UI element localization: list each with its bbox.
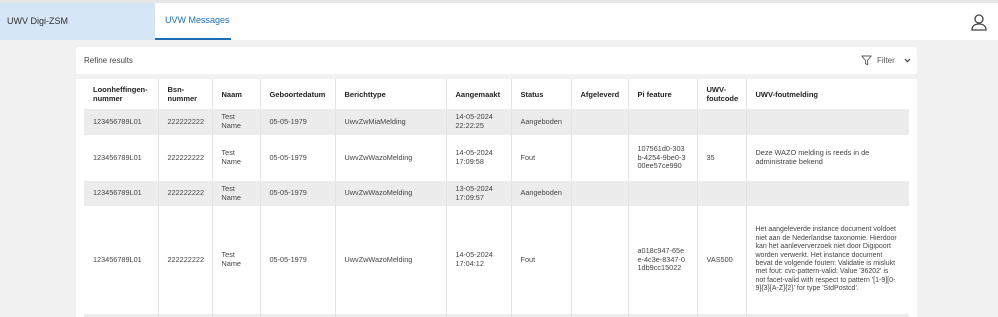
column-header-berichttype[interactable]: Berichttype — [334, 79, 446, 109]
cell-loonheffingennummer: 123456789L01 — [84, 181, 158, 206]
cell-berichttype: UwvZwWazoMelding — [334, 181, 446, 206]
cell-uwv-foutmelding: Deze WAZO melding is reeds in de adminis… — [745, 135, 909, 181]
chevron-down-icon — [904, 58, 911, 63]
funnel-icon — [861, 55, 872, 66]
cell-uwv-foutcode — [696, 181, 746, 206]
messages-table: Loonheffingen-nummer Bsn-nummer Naam Geb… — [84, 79, 909, 317]
app-brand-label: UWV Digi-ZSM — [7, 16, 68, 26]
cell-naam: Test Name — [211, 109, 260, 135]
cell-status: Aangeboden — [510, 109, 571, 135]
cell-naam: Test Name — [211, 181, 260, 206]
top-bar: UWV Digi-ZSM UVW Messages — [0, 0, 998, 40]
cell-uwv-foutcode: VAS500 — [696, 206, 746, 314]
filter-button[interactable]: Filter — [861, 53, 913, 67]
cell-berichttype: UwvZwWazoMelding — [334, 135, 446, 181]
app-brand[interactable]: UWV Digi-ZSM — [0, 3, 155, 40]
cell-pi-feature: a018c947-65ee-4c3e-8347-01db9cc15022 — [627, 206, 697, 314]
cell-uwv-foutmelding: Het aangeleverde instance document voldo… — [745, 206, 909, 314]
cell-geboortedatum: 05-05-1979 — [259, 109, 335, 135]
cell-bsn: 222222222 — [157, 206, 212, 314]
column-header-status[interactable]: Status — [510, 79, 571, 109]
cell-aangemaakt: 14-05-2024 17:04:12 — [445, 206, 511, 314]
messages-table-card: Loonheffingen-nummer Bsn-nummer Naam Geb… — [76, 79, 917, 317]
cell-uwv-foutmelding — [745, 181, 909, 206]
refine-results-bar: Refine results Filter — [76, 47, 917, 74]
cell-geboortedatum: 05-05-1979 — [259, 206, 335, 314]
cell-pi-feature — [627, 181, 697, 206]
table-row[interactable]: 123456789L01 222222222 Test Name 05-05-1… — [84, 135, 909, 181]
cell-aangemaakt: 14-05-2024 17:09:58 — [445, 135, 511, 181]
cell-uwv-foutmelding — [745, 109, 909, 135]
cell-geboortedatum: 05-05-1979 — [259, 181, 335, 206]
column-header-naam[interactable]: Naam — [211, 79, 260, 109]
cell-status: Fout — [510, 135, 571, 181]
cell-status: Fout — [510, 206, 571, 314]
cell-uwv-foutcode — [696, 109, 746, 135]
refine-results-label: Refine results — [84, 56, 133, 65]
cell-loonheffingennummer: 123456789L01 — [84, 109, 158, 135]
cell-afgeleverd — [570, 109, 628, 135]
cell-loonheffingennummer: 123456789L01 — [84, 135, 158, 181]
column-header-pi-feature[interactable]: Pi feature — [627, 79, 697, 109]
column-header-bsn-nummer[interactable]: Bsn-nummer — [157, 79, 212, 109]
cell-berichttype: UwvZwMiaMelding — [334, 109, 446, 135]
table-header-row: Loonheffingen-nummer Bsn-nummer Naam Geb… — [84, 79, 909, 109]
cell-uwv-foutcode: 35 — [696, 135, 746, 181]
cell-afgeleverd — [570, 135, 628, 181]
cell-afgeleverd — [570, 206, 628, 314]
cell-bsn: 222222222 — [157, 181, 212, 206]
cell-afgeleverd — [570, 181, 628, 206]
table-row[interactable]: 123456789L01 222222222 Test Name 05-05-1… — [84, 206, 909, 314]
column-header-aangemaakt[interactable]: Aangemaakt — [445, 79, 511, 109]
column-header-loonheffingennummer[interactable]: Loonheffingen-nummer — [84, 79, 158, 109]
column-header-uwv-foutmelding[interactable]: UWV-foutmelding — [745, 79, 909, 109]
column-header-afgeleverd[interactable]: Afgeleverd — [570, 79, 628, 109]
user-icon[interactable] — [968, 11, 990, 33]
cell-loonheffingennummer: 123456789L01 — [84, 206, 158, 314]
cell-aangemaakt: 13-05-2024 17:09:57 — [445, 181, 511, 206]
cell-aangemaakt: 14-05-2024 22:22:25 — [445, 109, 511, 135]
column-header-uwv-foutcode[interactable]: UWV-foutcode — [696, 79, 746, 109]
cell-berichttype: UwvZwWazoMelding — [334, 206, 446, 314]
column-header-geboortedatum[interactable]: Geboortedatum — [259, 79, 335, 109]
cell-bsn: 222222222 — [157, 135, 212, 181]
table-row[interactable]: 123456789L01 222222222 Test Name 05-05-1… — [84, 181, 909, 206]
cell-geboortedatum: 05-05-1979 — [259, 135, 335, 181]
cell-pi-feature — [627, 109, 697, 135]
filter-label: Filter — [877, 56, 895, 65]
cell-naam: Test Name — [211, 206, 260, 314]
cell-bsn: 222222222 — [157, 109, 212, 135]
tab-uvw-messages-label: UVW Messages — [165, 15, 230, 25]
cell-pi-feature: 107561d0-303b-4254-9be0-300ee57ce990 — [627, 135, 697, 181]
table-row[interactable]: 123456789L01 222222222 Test Name 05-05-1… — [84, 109, 909, 135]
cell-naam: Test Name — [211, 135, 260, 181]
tab-uvw-messages[interactable]: UVW Messages — [155, 3, 231, 40]
cell-status: Aangeboden — [510, 181, 571, 206]
